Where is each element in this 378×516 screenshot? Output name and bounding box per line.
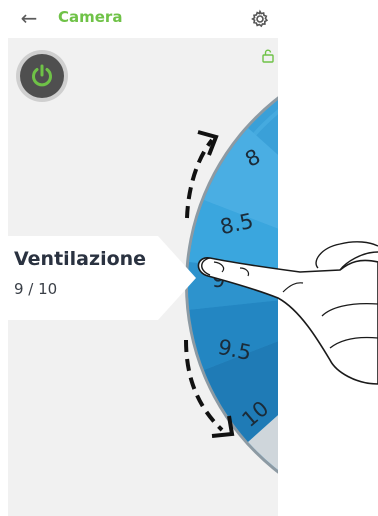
power-button-face: [20, 54, 64, 98]
parameter-value: 9 / 10: [14, 280, 58, 298]
dial-label-selected[interactable]: 9: [212, 268, 225, 292]
dial-segments: [188, 100, 278, 500]
parameter-name: Ventilazione: [14, 248, 147, 270]
settings-button[interactable]: [249, 8, 271, 30]
app-screen: ← Camera 8 8.5 9 9.5 10 Ventilazione 9 /…: [0, 0, 378, 516]
device-control-panel: 8 8.5 9 9.5 10 Ventilazione 9 / 10: [8, 38, 278, 516]
arrow-left-icon: ←: [20, 6, 38, 30]
app-header: ← Camera: [0, 0, 278, 38]
ventilation-dial[interactable]: 8 8.5 9 9.5 10: [188, 50, 278, 516]
gear-icon: [251, 9, 269, 28]
back-button[interactable]: ←: [17, 4, 41, 32]
power-button[interactable]: [16, 50, 68, 102]
parameter-card: Ventilazione 9 / 10: [8, 236, 196, 320]
page-title: Camera: [58, 8, 123, 26]
power-icon: [32, 64, 52, 87]
